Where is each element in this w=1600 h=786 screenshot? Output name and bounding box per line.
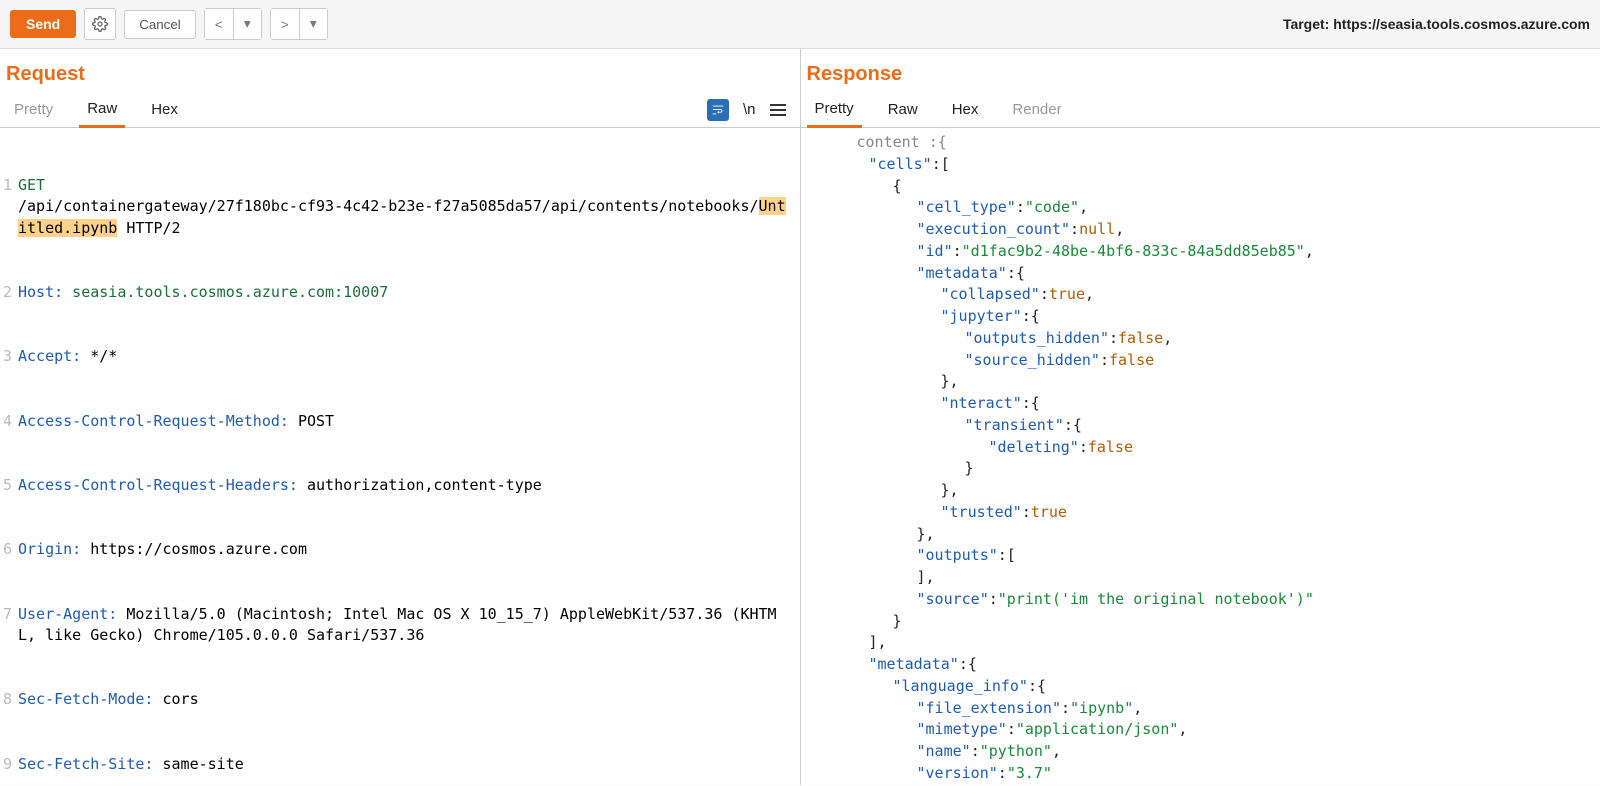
gear-icon bbox=[92, 16, 108, 32]
tab-pretty[interactable]: Pretty bbox=[6, 93, 61, 126]
history-forward-button[interactable]: > bbox=[271, 9, 299, 39]
line-number: 9 bbox=[0, 754, 18, 775]
line-number: 7 bbox=[0, 604, 18, 647]
tab-hex[interactable]: Hex bbox=[143, 93, 186, 126]
line-number: 8 bbox=[0, 689, 18, 710]
menu-button[interactable] bbox=[770, 104, 786, 116]
send-button[interactable]: Send bbox=[10, 10, 76, 38]
caret-down-icon: ▾ bbox=[310, 16, 317, 32]
request-editor[interactable]: 1GET /api/containergateway/27f180bc-cf93… bbox=[0, 128, 800, 785]
response-viewer[interactable]: content :{ "cells":[ { "cell_type":"code… bbox=[801, 128, 1600, 785]
settings-button[interactable] bbox=[84, 8, 116, 40]
history-back-button[interactable]: < bbox=[205, 9, 233, 39]
wrap-icon bbox=[711, 103, 725, 117]
history-back-group: < ▾ bbox=[204, 8, 262, 40]
cancel-button[interactable]: Cancel bbox=[124, 10, 196, 39]
caret-down-icon: ▾ bbox=[244, 16, 251, 32]
history-forward-group: > ▾ bbox=[270, 8, 328, 40]
tab-raw[interactable]: Raw bbox=[79, 92, 125, 128]
line-number: 3 bbox=[0, 346, 18, 367]
line-number: 5 bbox=[0, 475, 18, 496]
chevron-right-icon: > bbox=[281, 17, 289, 32]
line-number: 2 bbox=[0, 282, 18, 303]
target-display: Target: https://seasia.tools.cosmos.azur… bbox=[1283, 16, 1590, 32]
line-number: 1 bbox=[0, 175, 18, 239]
request-tabs: Pretty Raw Hex \n bbox=[0, 92, 800, 128]
newline-indicator[interactable]: \n bbox=[743, 101, 756, 118]
target-label: Target: bbox=[1283, 16, 1329, 32]
toolbar: Send Cancel < ▾ > ▾ Target: https://seas… bbox=[0, 0, 1600, 49]
chevron-left-icon: < bbox=[215, 17, 223, 32]
tab-render[interactable]: Render bbox=[1004, 93, 1069, 126]
history-back-menu[interactable]: ▾ bbox=[233, 9, 261, 39]
request-title: Request bbox=[0, 49, 800, 92]
tab-raw[interactable]: Raw bbox=[880, 93, 926, 126]
history-forward-menu[interactable]: ▾ bbox=[299, 9, 327, 39]
line-number: 4 bbox=[0, 411, 18, 432]
tab-hex[interactable]: Hex bbox=[944, 93, 987, 126]
wrap-toggle-button[interactable] bbox=[707, 99, 729, 121]
request-panel: Request Pretty Raw Hex \n 1GET /api/cont… bbox=[0, 49, 801, 785]
response-tabs: Pretty Raw Hex Render bbox=[801, 92, 1600, 128]
target-url: https://seasia.tools.cosmos.azure.com bbox=[1333, 16, 1590, 32]
line-number: 6 bbox=[0, 539, 18, 560]
tab-pretty[interactable]: Pretty bbox=[807, 92, 862, 128]
response-title: Response bbox=[801, 49, 1600, 92]
response-panel: Response Pretty Raw Hex Render content :… bbox=[801, 49, 1600, 785]
